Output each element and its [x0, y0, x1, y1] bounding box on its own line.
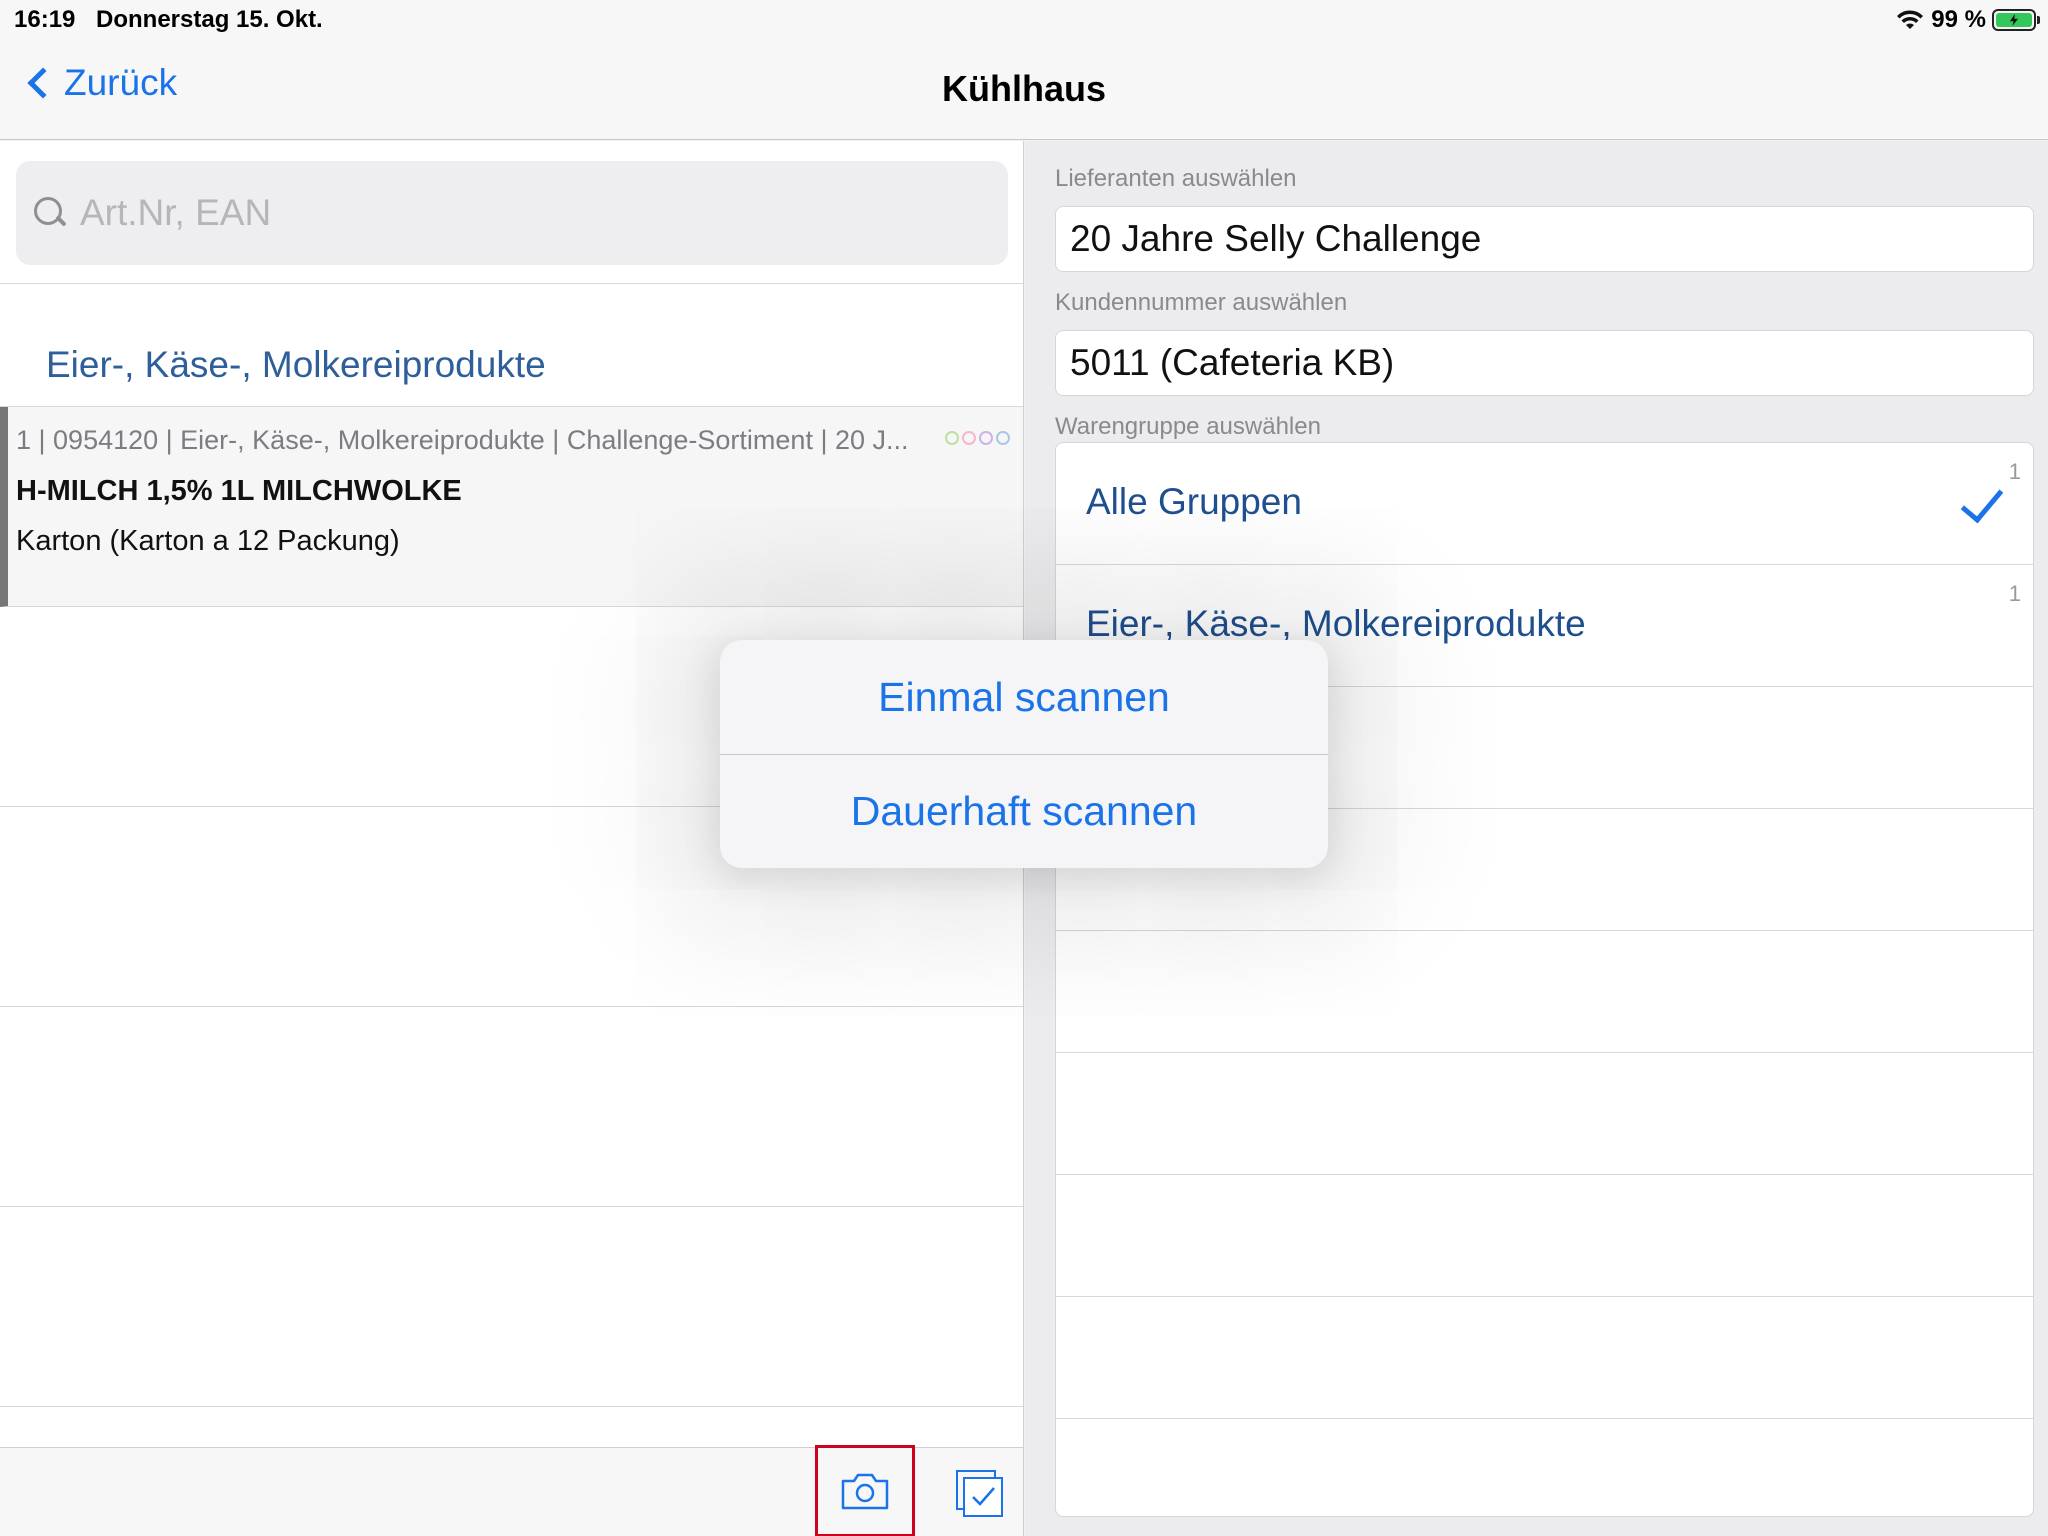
group-label: Warengruppe auswählen [1055, 413, 1321, 440]
section-title: Eier-, Käse-, Molkereiprodukte [46, 344, 546, 385]
group-row-alle-gruppen[interactable]: Alle Gruppen 1 [1056, 443, 2033, 565]
supplier-field[interactable]: 20 Jahre Selly Challenge [1055, 206, 2034, 272]
battery-percent: 99 % [1931, 6, 1986, 33]
group-name: Alle Gruppen [1086, 481, 1302, 522]
empty-row-divider [1056, 1052, 2033, 1053]
customer-label: Kundennummer auswählen [1055, 289, 1348, 316]
status-dot [979, 431, 993, 445]
status-time: 16:19 [14, 6, 76, 33]
empty-row-divider [1056, 1174, 2033, 1175]
section-header: Eier-, Käse-, Molkereiprodukte [0, 284, 1023, 407]
list-item[interactable]: 1 | 0954120 | Eier-, Käse-, Molkereiprod… [0, 407, 1023, 607]
battery-icon [1992, 9, 2040, 31]
customer-value: 5011 (Cafeteria KB) [1070, 342, 1395, 383]
wifi-icon [1897, 10, 1924, 29]
search-icon [32, 195, 68, 231]
scan-once-button[interactable]: Einmal scannen [720, 640, 1328, 754]
status-dots [945, 431, 1010, 445]
camera-icon [841, 1473, 889, 1510]
customer-field[interactable]: 5011 (Cafeteria KB) [1055, 330, 2034, 396]
supplier-value: 20 Jahre Selly Challenge [1070, 218, 1482, 259]
empty-row-divider [0, 1206, 1023, 1207]
scan-continuous-button[interactable]: Dauerhaft scannen [720, 754, 1328, 868]
camera-button[interactable] [815, 1445, 915, 1536]
status-date: Donnerstag 15. Okt. [96, 6, 323, 33]
select-items-button[interactable] [930, 1448, 1023, 1536]
item-unit: Karton (Karton a 12 Packung) [16, 525, 400, 557]
checkmark-icon [1960, 478, 2004, 524]
status-dot [962, 431, 976, 445]
group-count: 1 [2008, 581, 2021, 606]
empty-row-divider [0, 1006, 1023, 1007]
status-bar: 16:19 Donnerstag 15. Okt. 99 % [0, 0, 2048, 40]
status-dot [945, 431, 959, 445]
checkbox-stack-icon [956, 1469, 1003, 1517]
search-area [0, 141, 1023, 284]
supplier-label: Lieferanten auswählen [1055, 165, 1297, 192]
group-name: Eier-, Käse-, Molkereiprodukte [1086, 603, 1586, 644]
search-bar[interactable] [16, 161, 1008, 265]
group-count: 1 [2008, 459, 2021, 484]
empty-row-divider [1056, 930, 2033, 931]
group-list: Alle Gruppen 1 Eier-, Käse-, Molkereipro… [1055, 442, 2034, 1517]
search-input[interactable] [80, 192, 980, 234]
empty-row-divider [0, 1406, 1023, 1407]
page-title: Kühlhaus [941, 68, 1106, 109]
item-name: H-MILCH 1,5% 1L MILCHWOLKE [16, 475, 462, 507]
status-dot [996, 431, 1010, 445]
status-right: 99 % [1895, 6, 2040, 34]
navigation-bar: Zurück Kühlhaus [0, 40, 2048, 140]
empty-row-divider [1056, 1296, 2033, 1297]
bottom-toolbar [0, 1445, 1023, 1536]
empty-row-divider [1056, 1418, 2033, 1419]
item-meta: 1 | 0954120 | Eier-, Käse-, Molkereiprod… [16, 425, 909, 455]
scan-options-popover: Einmal scannen Dauerhaft scannen [720, 640, 1328, 868]
